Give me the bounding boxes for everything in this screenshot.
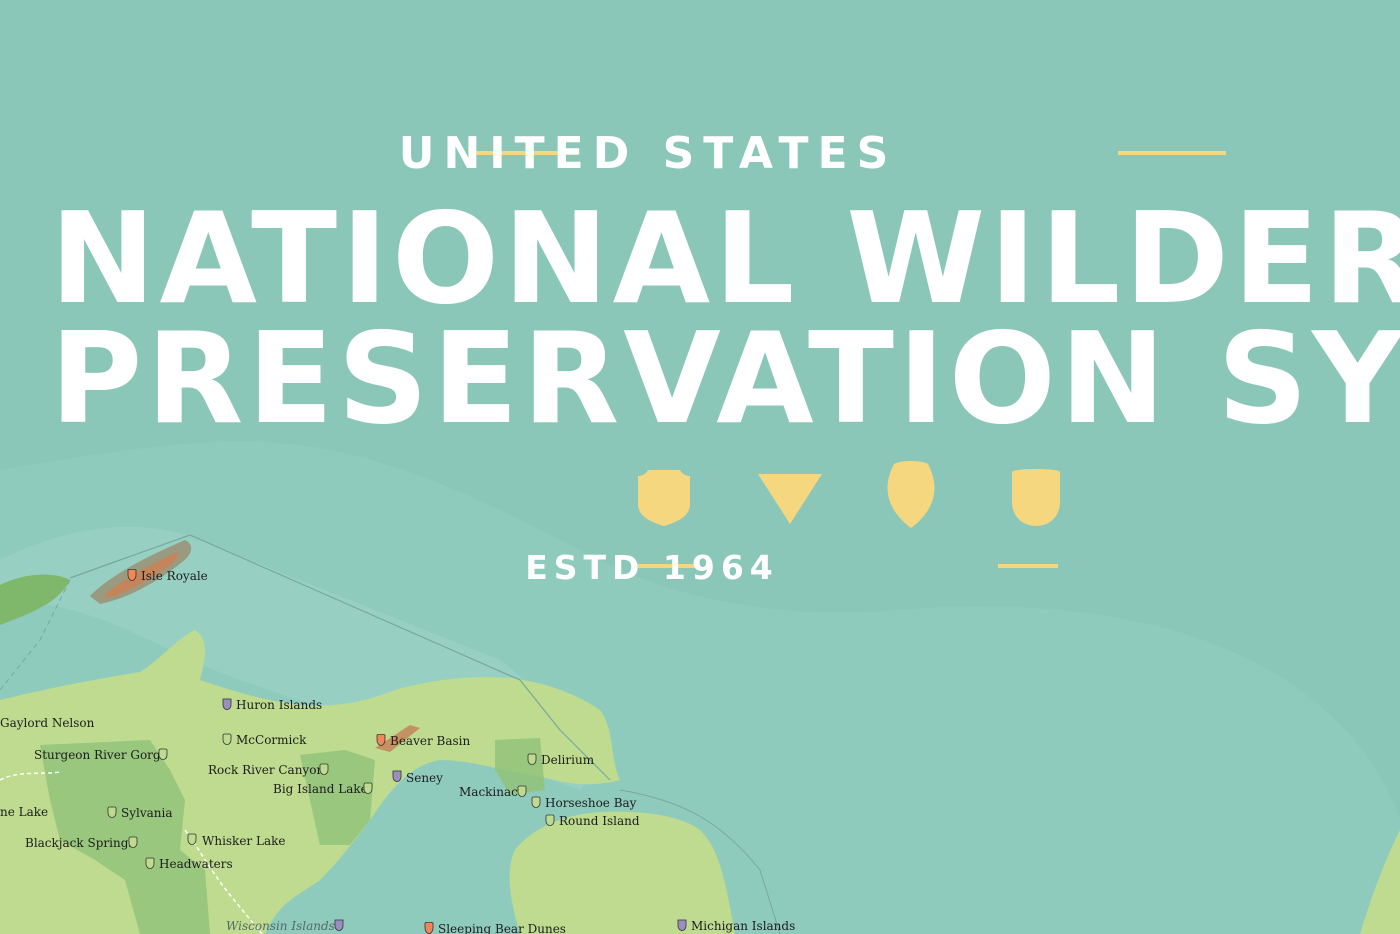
usfs-marker-icon [107,806,117,818]
ontario-peninsula [1360,830,1400,934]
fws-marker-icon [222,698,232,710]
area-label-delirium: Delirium [541,753,595,767]
area-label-beaver-basin: Beaver Basin [390,734,471,748]
nps-arrowhead-icon [887,461,935,528]
area-label-sylvania: Sylvania [121,806,173,820]
usfs-marker-icon [222,733,232,745]
area-label-sturgeon-river-gorge: Sturgeon River Gorge [34,748,168,762]
nps-marker-icon [127,569,137,581]
triangle-icon [758,474,822,524]
fws-marker-icon [392,770,402,782]
fws-marker-icon [334,919,344,931]
usfs-marker-icon [527,753,537,765]
usfs-marker-icon [187,833,197,845]
area-label-headwaters: Headwaters [159,857,233,871]
fws-marker-icon [677,919,687,931]
area-label-mackinac: Mackinac [459,785,518,799]
area-label-isle-royale: Isle Royale [141,569,208,583]
area-label-wisconsin-islands: Wisconsin Islands [226,919,335,933]
usfs-marker-icon [517,785,527,797]
usfs-marker-icon [319,763,329,775]
usfs-marker-icon [545,814,555,826]
usfs-marker-icon [145,857,155,869]
area-label-rock-river-canyon: Rock River Canyon [208,763,325,777]
usfs-marker-icon [158,748,168,760]
area-label-sleeping-bear-dunes: Sleeping Bear Dunes [438,922,566,934]
wilderness-map: UNITED STATES NATIONAL WILDERNESS PRESER… [0,0,1400,934]
title-line-1: NATIONAL WILDERNESS [50,185,1400,332]
area-label-ne-lake: ne Lake [0,805,49,819]
area-label-blackjack-springs: Blackjack Springs [25,836,135,850]
area-label-whisker-lake: Whisker Lake [202,834,286,848]
area-label-mccormick: McCormick [236,733,307,747]
title-country: UNITED STATES [398,128,898,179]
usfs-shield-icon [638,470,690,526]
usfs-marker-icon [128,836,138,848]
area-label-michigan-islands: Michigan Islands [691,919,796,933]
usfs-marker-icon [363,782,373,794]
area-label-huron-islands: Huron Islands [236,698,323,712]
nps-marker-icon [424,922,434,934]
usfs-marker-icon [531,796,541,808]
fws-shield-icon [1012,469,1060,526]
area-label-big-island-lake: Big Island Lake [273,782,368,796]
area-label-seney: Seney [406,771,443,785]
area-label-horseshoe-bay: Horseshoe Bay [545,796,637,810]
nps-marker-icon [376,734,386,746]
lower-michigan [509,811,735,934]
area-label-round-island: Round Island [559,814,640,828]
title-line-2: PRESERVATION SYSTEM [50,305,1400,452]
area-label-gaylord-nelson: Gaylord Nelson [0,716,95,730]
